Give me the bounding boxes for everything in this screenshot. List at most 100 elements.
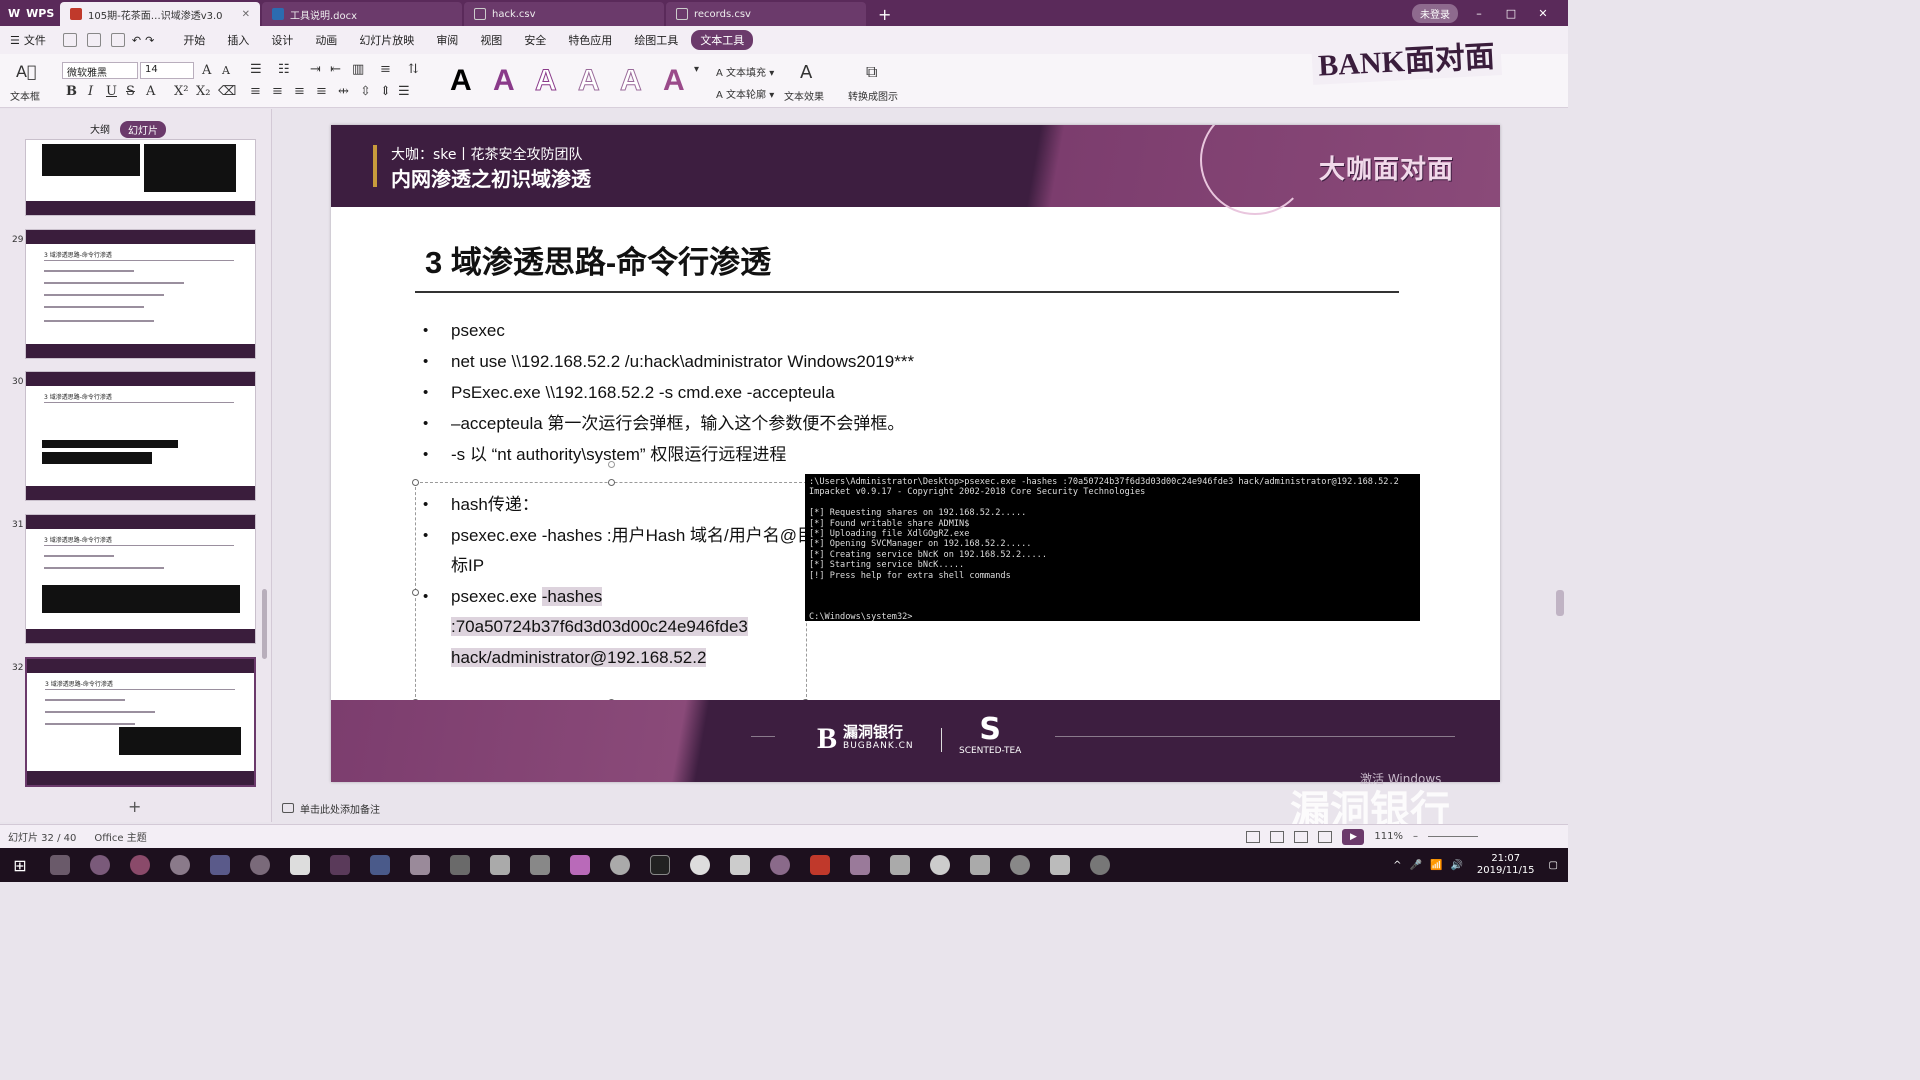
text-style-outline-icon[interactable]: A — [535, 64, 558, 98]
slide-title[interactable]: 3 域渗透思路-命令行渗透 — [425, 237, 771, 282]
slide-thumbnail[interactable]: 3 域渗透思路-命令行渗透 — [25, 371, 256, 501]
tray-arrow-icon[interactable]: ^ — [1393, 860, 1401, 871]
undo-icon[interactable]: ↶ — [132, 34, 141, 47]
more-styles-icon[interactable]: ▾ — [694, 64, 699, 75]
slide-thumbnail[interactable] — [25, 139, 256, 216]
bold-icon[interactable]: B — [66, 84, 77, 99]
wps-logo[interactable]: W WPS — [0, 0, 60, 26]
file-menu[interactable]: ☰ 文件 — [10, 32, 46, 48]
bullet-list-icon[interactable]: ☰ — [250, 62, 262, 77]
text-style-gradient-icon[interactable]: A — [663, 64, 685, 98]
save-icon[interactable] — [62, 33, 77, 47]
app-2-icon[interactable] — [1000, 848, 1040, 882]
hash-bullet-list[interactable]: • hash传递： • psexec.exe -hashes :用户Hash 域名/… — [423, 490, 823, 673]
font-color-icon[interactable]: A — [146, 84, 155, 99]
redo-icon[interactable]: ↷ — [145, 34, 154, 47]
sorter-view-icon[interactable] — [1294, 830, 1309, 843]
mp-icon[interactable] — [320, 848, 360, 882]
zoom-slider[interactable] — [1428, 836, 1478, 837]
camera-icon[interactable] — [880, 848, 920, 882]
indent-icon[interactable]: ⇥ — [310, 62, 321, 77]
menu-security[interactable]: 安全 — [515, 30, 555, 50]
login-badge[interactable]: 未登录 — [1412, 3, 1458, 23]
rotate-handle[interactable] — [608, 461, 615, 468]
thumbnail-scrollbar[interactable] — [262, 589, 267, 659]
file-explorer-icon[interactable] — [40, 848, 80, 882]
notes-app-icon[interactable] — [1040, 848, 1080, 882]
shrink-font-icon[interactable]: A — [222, 64, 230, 77]
text-style-light-outline-icon[interactable]: A — [578, 64, 601, 98]
tab-records-csv[interactable]: records.csv — [666, 2, 866, 26]
justify-icon[interactable]: ≡ — [316, 84, 327, 99]
play-slideshow-icon[interactable]: ▶ — [1342, 828, 1365, 845]
align-text-icon[interactable]: ⇳ — [360, 84, 371, 99]
align-left-icon[interactable]: ≡ — [250, 84, 261, 99]
textbox-button[interactable]: 文本框 — [10, 88, 40, 103]
windows-start-icon[interactable]: ⊞ — [0, 848, 40, 882]
tool-icon[interactable] — [440, 848, 480, 882]
tab-hack-csv[interactable]: hack.csv — [464, 2, 664, 26]
notification-icon[interactable]: ▢ — [1549, 860, 1558, 871]
xmind-icon[interactable] — [800, 848, 840, 882]
bird-icon[interactable] — [840, 848, 880, 882]
strikethrough-icon[interactable]: S — [126, 84, 135, 99]
clear-format-icon[interactable]: ⌫ — [218, 84, 236, 99]
text-style-black-icon[interactable]: A — [450, 64, 472, 98]
superscript-icon[interactable]: X² — [174, 84, 188, 99]
vscode-icon[interactable] — [360, 848, 400, 882]
print-icon[interactable] — [86, 33, 101, 47]
close-window-icon[interactable]: ✕ — [1532, 7, 1554, 20]
text-style-shadow-icon[interactable]: A — [620, 64, 643, 98]
browser-icon[interactable] — [80, 848, 120, 882]
resize-handle[interactable] — [608, 479, 615, 486]
convert-smartart-button[interactable]: 转换成图示 — [848, 88, 898, 103]
line-spacing-icon[interactable]: ≡ — [380, 62, 391, 77]
slides-tab[interactable]: 幻灯片 — [120, 121, 166, 138]
app-icon[interactable] — [240, 848, 280, 882]
columns-icon[interactable]: ▥ — [352, 62, 364, 77]
menu-animation[interactable]: 动画 — [306, 30, 346, 50]
font-family-select[interactable]: 微软雅黑 — [62, 62, 138, 79]
settings-icon[interactable] — [960, 848, 1000, 882]
grow-font-icon[interactable]: A — [202, 63, 211, 78]
italic-icon[interactable]: I — [88, 84, 93, 99]
distribute-icon[interactable]: ⇹ — [338, 84, 349, 99]
outline-tab[interactable]: 大纲 — [90, 121, 110, 138]
slide-thumbnail-selected[interactable]: 3 域渗透思路-命令行渗透 — [25, 657, 256, 787]
firefox-icon[interactable] — [120, 848, 160, 882]
menu-text-tools[interactable]: 文本工具 — [691, 30, 754, 50]
textbox-icon[interactable]: A⃞ — [16, 62, 37, 81]
mic-icon[interactable]: 🎤 — [1410, 860, 1422, 871]
align-center-icon[interactable]: ≡ — [272, 84, 283, 99]
new-tab-button[interactable]: + — [868, 2, 901, 26]
menu-insert[interactable]: 插入 — [218, 30, 258, 50]
zoom-out-icon[interactable]: – — [1413, 831, 1418, 842]
slide-thumbnail[interactable]: 3 域渗透思路-命令行渗透 — [25, 514, 256, 644]
resize-handle[interactable] — [412, 589, 419, 596]
smart-list-icon[interactable]: ☰ — [398, 84, 410, 99]
normal-view-icon[interactable] — [1270, 830, 1285, 843]
bullet-list[interactable]: • psexec • net use \\192.168.52.2 /u:hack\… — [423, 315, 1083, 470]
zoom-level[interactable]: 111% — [1374, 831, 1403, 842]
terminal-icon[interactable] — [640, 848, 680, 882]
menu-view[interactable]: 视图 — [471, 30, 511, 50]
add-slide-button[interactable]: + — [128, 797, 141, 816]
menu-home[interactable]: 开始 — [174, 30, 214, 50]
menu-design[interactable]: 设计 — [262, 30, 302, 50]
editor-scrollbar[interactable] — [1556, 590, 1564, 616]
notes-toggle-icon[interactable] — [1246, 830, 1261, 843]
qq-icon[interactable] — [680, 848, 720, 882]
word-icon[interactable] — [200, 848, 240, 882]
typora-icon[interactable] — [280, 848, 320, 882]
preview-icon[interactable] — [110, 33, 125, 47]
numbered-list-icon[interactable]: ☷ — [278, 62, 290, 77]
subscript-icon[interactable]: X₂ — [196, 84, 210, 99]
text-style-purple-icon[interactable]: A — [493, 64, 515, 98]
wps-taskbar-icon[interactable] — [560, 848, 600, 882]
shield-icon[interactable] — [720, 848, 760, 882]
tab-docx[interactable]: 工具说明.docx — [262, 2, 462, 26]
close-tab-icon[interactable]: ✕ — [242, 9, 250, 20]
minimize-icon[interactable]: – — [1468, 7, 1490, 20]
menu-review[interactable]: 审阅 — [427, 30, 467, 50]
font-size-select[interactable]: 14 — [140, 62, 194, 79]
